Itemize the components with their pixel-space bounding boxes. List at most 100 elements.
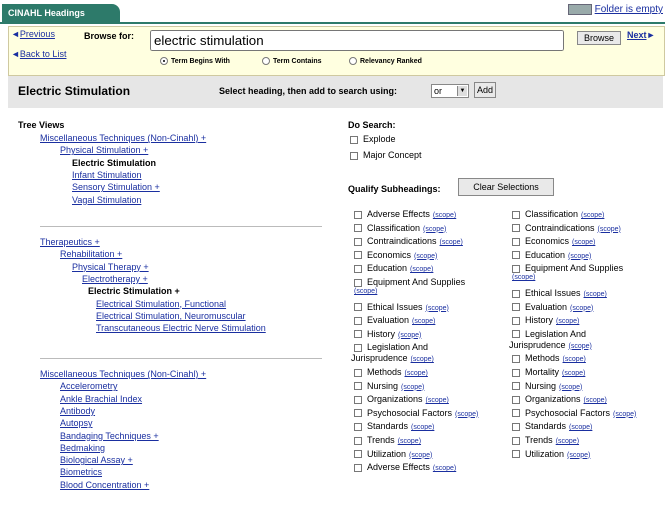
subheading-checkbox[interactable]: History (scope)	[354, 329, 421, 339]
tree-link[interactable]: Electrical Stimulation, Functional	[96, 299, 226, 309]
scope-link[interactable]: (scope)	[398, 332, 421, 339]
scope-link[interactable]: (scope)	[398, 438, 421, 445]
scope-link[interactable]: (scope)	[426, 397, 449, 404]
subheading-checkbox[interactable]: Organizations (scope)	[354, 394, 449, 404]
scope-link[interactable]: (scope)	[411, 424, 434, 431]
subheading-checkbox[interactable]: Nursing (scope)	[354, 381, 424, 391]
major-concept-checkbox[interactable]: Major Concept	[350, 150, 422, 160]
subheading-checkbox[interactable]: Education (scope)	[354, 263, 433, 273]
browse-input[interactable]	[150, 30, 564, 51]
scope-link[interactable]: (scope)	[563, 356, 586, 363]
tree-link[interactable]: Sensory Stimulation +	[72, 182, 160, 192]
subheading-checkbox[interactable]: Equipment And Supplies	[512, 263, 623, 273]
tree-link[interactable]: Therapeutics +	[40, 237, 100, 247]
subheading-checkbox[interactable]: Legislation And	[512, 329, 586, 339]
subheading-checkbox[interactable]: Evaluation (scope)	[354, 315, 435, 325]
scope-link[interactable]: (scope)	[433, 212, 456, 219]
scope-link[interactable]: (scope)	[584, 397, 607, 404]
scope-link[interactable]: (scope)	[613, 411, 636, 418]
scope-link[interactable]: (scope)	[414, 253, 437, 260]
next-link[interactable]: Next►	[627, 30, 655, 40]
scope-link[interactable]: (scope)	[433, 465, 456, 472]
scope-link[interactable]: (scope)	[581, 212, 604, 219]
scope-link[interactable]: (scope)	[598, 226, 621, 233]
subheading-checkbox[interactable]: Economics (scope)	[512, 236, 595, 246]
scope-link[interactable]: (scope)	[410, 266, 433, 273]
subheading-checkbox[interactable]: Ethical Issues (scope)	[354, 302, 449, 312]
subheading-checkbox[interactable]: Organizations (scope)	[512, 394, 607, 404]
scope-link[interactable]: (scope)	[569, 424, 592, 431]
radio-term-begins[interactable]: Term Begins With	[160, 57, 230, 65]
scope-link[interactable]: (scope)	[567, 452, 590, 459]
subheading-checkbox[interactable]: Legislation And	[354, 342, 428, 352]
subheading-checkbox[interactable]: Methods (scope)	[354, 367, 428, 377]
tree-link[interactable]: Physical Stimulation +	[60, 145, 148, 155]
tree-link[interactable]: Antibody	[60, 406, 95, 416]
scope-link[interactable]: (scope)	[569, 343, 592, 350]
subheading-checkbox[interactable]: Economics (scope)	[354, 250, 437, 260]
clear-selections-button[interactable]: Clear Selections	[458, 178, 554, 196]
subheading-checkbox[interactable]: Adverse Effects (scope)	[354, 462, 456, 472]
subheading-checkbox[interactable]: Trends (scope)	[512, 435, 579, 445]
tree-link[interactable]: Infant Stimulation	[72, 170, 142, 180]
folder-link[interactable]: Folder is empty	[567, 4, 663, 15]
scope-link[interactable]: (scope)	[401, 384, 424, 391]
subheading-checkbox[interactable]: Standards (scope)	[354, 421, 434, 431]
tree-link[interactable]: Electrical Stimulation, Neuromuscular	[96, 311, 246, 321]
scope-link[interactable]: (scope)	[423, 226, 446, 233]
tree-link[interactable]: Bandaging Techniques +	[60, 431, 159, 441]
radio-term-contains[interactable]: Term Contains	[262, 57, 322, 65]
scope-link[interactable]: (scope)	[512, 274, 535, 281]
subheading-checkbox[interactable]: Equipment And Supplies	[354, 277, 465, 287]
tree-link[interactable]: Biological Assay +	[60, 455, 133, 465]
subheading-checkbox[interactable]: Adverse Effects (scope)	[354, 209, 456, 219]
subheading-checkbox[interactable]: Mortality (scope)	[512, 367, 585, 377]
explode-checkbox[interactable]: Explode	[350, 134, 396, 144]
scope-link[interactable]: (scope)	[568, 253, 591, 260]
subheading-checkbox[interactable]: Contraindications (scope)	[354, 236, 463, 246]
scope-link[interactable]: (scope)	[426, 305, 449, 312]
tree-link[interactable]: Bedmaking	[60, 443, 105, 453]
scope-link[interactable]: (scope)	[409, 452, 432, 459]
scope-link[interactable]: (scope)	[562, 370, 585, 377]
scope-link[interactable]: (scope)	[556, 318, 579, 325]
subheading-checkbox[interactable]: Psychosocial Factors (scope)	[354, 408, 478, 418]
scope-link[interactable]: (scope)	[455, 411, 478, 418]
subheading-checkbox[interactable]: Psychosocial Factors (scope)	[512, 408, 636, 418]
subheading-checkbox[interactable]: Nursing (scope)	[512, 381, 582, 391]
tree-link[interactable]: Rehabilitation +	[60, 249, 122, 259]
subheading-checkbox[interactable]: Contraindications (scope)	[512, 223, 621, 233]
subheading-checkbox[interactable]: Education (scope)	[512, 250, 591, 260]
tree-link[interactable]: Blood Concentration +	[60, 480, 149, 490]
subheading-checkbox[interactable]: Standards (scope)	[512, 421, 592, 431]
scope-link[interactable]: (scope)	[572, 239, 595, 246]
tree-link[interactable]: Transcutaneous Electric Nerve Stimulatio…	[96, 323, 266, 333]
subheading-checkbox[interactable]: Trends (scope)	[354, 435, 421, 445]
add-button[interactable]: Add	[474, 82, 496, 98]
subheading-checkbox[interactable]: Classification (scope)	[512, 209, 604, 219]
subheading-checkbox[interactable]: History (scope)	[512, 315, 579, 325]
scope-link[interactable]: (scope)	[354, 288, 377, 295]
tree-link[interactable]: Electrotherapy +	[82, 274, 148, 284]
tab-cinahl-headings[interactable]: CINAHL Headings	[2, 4, 120, 22]
tree-link[interactable]: Vagal Stimulation	[72, 195, 141, 205]
scope-link[interactable]: (scope)	[556, 438, 579, 445]
scope-link[interactable]: (scope)	[411, 356, 434, 363]
tree-link[interactable]: Miscellaneous Techniques (Non-Cinahl) +	[40, 369, 206, 379]
subheading-checkbox[interactable]: Methods (scope)	[512, 353, 586, 363]
scope-link[interactable]: (scope)	[559, 384, 582, 391]
back-to-list-link[interactable]: ◄Back to List	[11, 49, 66, 59]
tree-link[interactable]: Physical Therapy +	[72, 262, 149, 272]
previous-link[interactable]: ◄Previous	[11, 29, 55, 39]
scope-link[interactable]: (scope)	[405, 370, 428, 377]
subheading-checkbox[interactable]: Evaluation (scope)	[512, 302, 593, 312]
tree-link[interactable]: Autopsy	[60, 418, 93, 428]
scope-link[interactable]: (scope)	[440, 239, 463, 246]
scope-link[interactable]: (scope)	[584, 291, 607, 298]
browse-button[interactable]: Browse	[577, 31, 621, 45]
subheading-checkbox[interactable]: Utilization (scope)	[354, 449, 432, 459]
subheading-checkbox[interactable]: Classification (scope)	[354, 223, 446, 233]
tree-link[interactable]: Biometrics	[60, 467, 102, 477]
tree-link[interactable]: Accelerometry	[60, 381, 118, 391]
radio-relevancy[interactable]: Relevancy Ranked	[349, 57, 422, 65]
